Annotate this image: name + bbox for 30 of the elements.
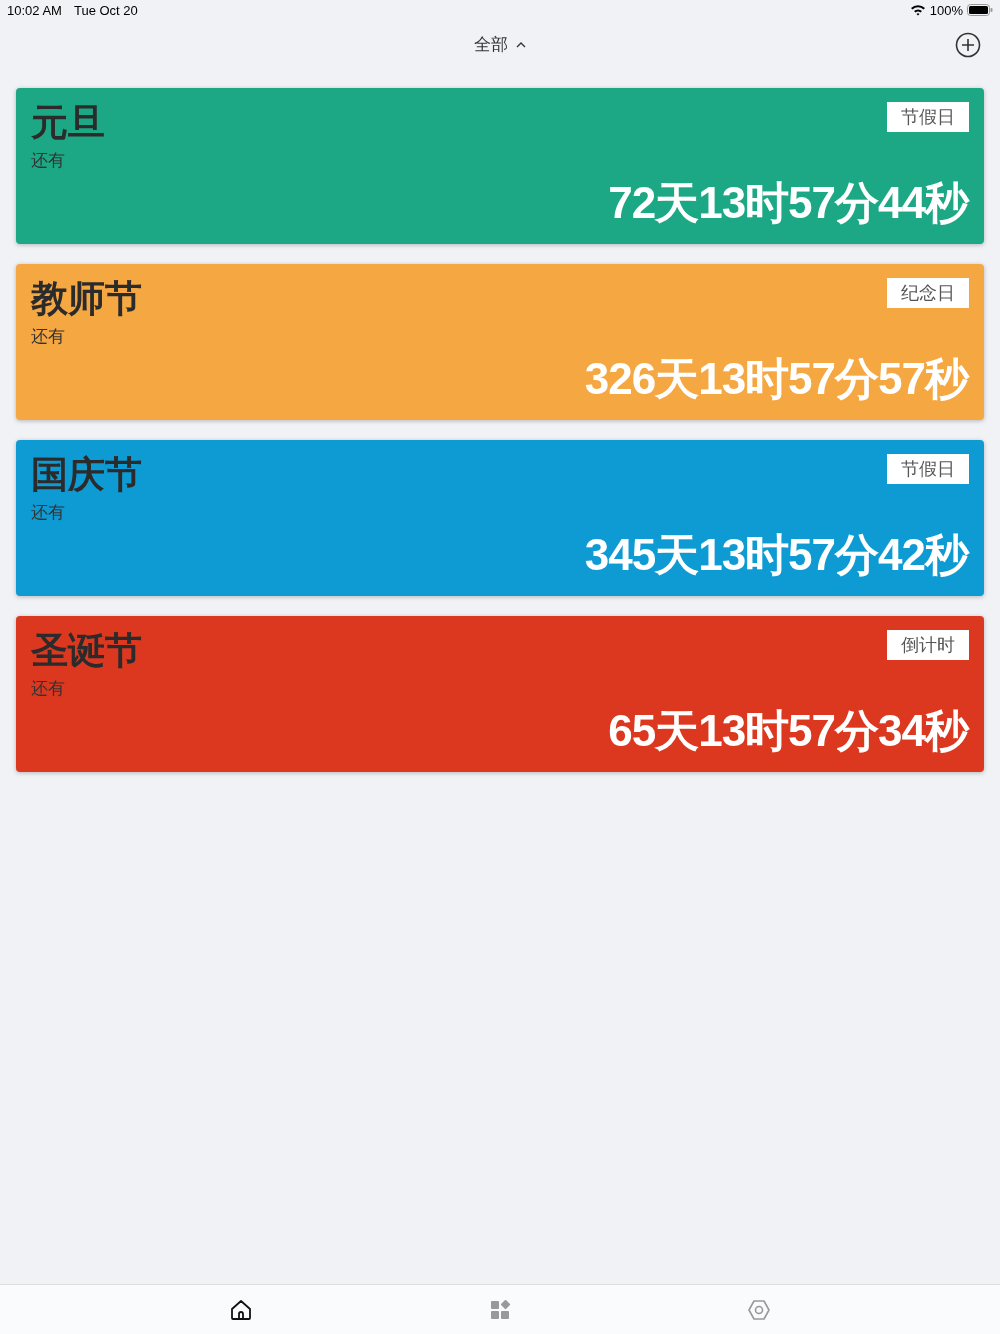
event-name: 圣诞节 xyxy=(31,628,142,674)
countdown-text: 345天13时57分42秒 xyxy=(584,529,968,581)
countdown-text: 326天13时57分57秒 xyxy=(584,353,968,405)
status-date: Tue Oct 20 xyxy=(73,2,138,18)
settings-icon[interactable] xyxy=(746,1297,771,1322)
filter-dropdown[interactable]: 全部 xyxy=(474,32,526,56)
event-subtitle: 还有 xyxy=(31,677,65,700)
status-time: 10:02 AM xyxy=(7,2,62,18)
event-tag: 倒计时 xyxy=(887,630,969,660)
event-card[interactable]: 教师节 纪念日 还有 326天13时57分57秒 xyxy=(16,264,984,420)
event-name: 国庆节 xyxy=(31,452,142,498)
event-name: 元旦 xyxy=(31,100,105,146)
event-name: 教师节 xyxy=(31,276,142,322)
battery-percent: 100% xyxy=(929,2,963,18)
event-card[interactable]: 国庆节 节假日 还有 345天13时57分42秒 xyxy=(16,440,984,596)
event-tag: 纪念日 xyxy=(887,278,969,308)
event-subtitle: 还有 xyxy=(31,325,65,348)
event-subtitle: 还有 xyxy=(31,149,65,172)
grid-icon[interactable] xyxy=(488,1297,512,1322)
event-card[interactable]: 元旦 节假日 还有 72天13时57分44秒 xyxy=(16,88,984,244)
event-tag: 节假日 xyxy=(887,454,969,484)
event-subtitle: 还有 xyxy=(31,501,65,524)
wifi-icon xyxy=(909,4,926,16)
event-tag: 节假日 xyxy=(887,102,969,132)
home-icon[interactable] xyxy=(229,1297,254,1322)
countdown-text: 65天13时57分34秒 xyxy=(608,705,968,757)
countdown-text: 72天13时57分44秒 xyxy=(608,177,968,229)
event-card[interactable]: 圣诞节 倒计时 还有 65天13时57分34秒 xyxy=(16,616,984,772)
battery-icon xyxy=(967,4,993,16)
add-icon[interactable] xyxy=(955,32,981,58)
